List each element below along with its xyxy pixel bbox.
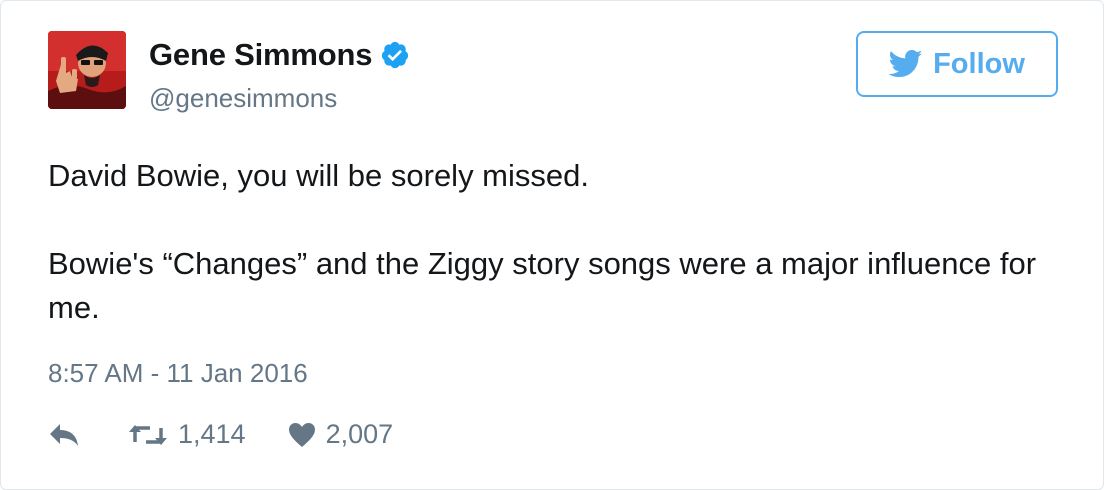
reply-button[interactable] [48,422,80,448]
tweet-text-line: David Bowie, you will be sorely missed. [48,158,589,193]
tweet-text: David Bowie, you will be sorely missed. … [48,154,1058,330]
author-display-name[interactable]: Gene Simmons [149,37,372,73]
tweet-actions: 1,414 2,007 [48,419,393,450]
follow-button[interactable]: Follow [856,31,1058,97]
tweet-timestamp[interactable]: 8:57 AM - 11 Jan 2016 [48,358,308,389]
tweet-text-line: Bowie's “Changes” and the Ziggy story so… [48,246,1037,325]
retweet-button[interactable]: 1,414 [128,419,246,450]
verified-badge-icon [380,40,410,70]
follow-button-label: Follow [933,47,1025,80]
twitter-bird-icon [889,49,923,79]
avatar[interactable] [48,31,126,109]
author-handle[interactable]: @genesimmons [149,83,337,114]
tweet-card: Gene Simmons @genesimmons Follow David B… [0,0,1104,490]
like-count: 2,007 [325,419,394,449]
profile-photo [48,31,126,109]
like-button[interactable]: 2,007 [288,419,394,450]
reply-icon [48,422,80,448]
author-name-row: Gene Simmons [149,37,410,73]
heart-icon [288,422,316,448]
retweet-icon [128,422,168,448]
retweet-count: 1,414 [178,419,246,449]
